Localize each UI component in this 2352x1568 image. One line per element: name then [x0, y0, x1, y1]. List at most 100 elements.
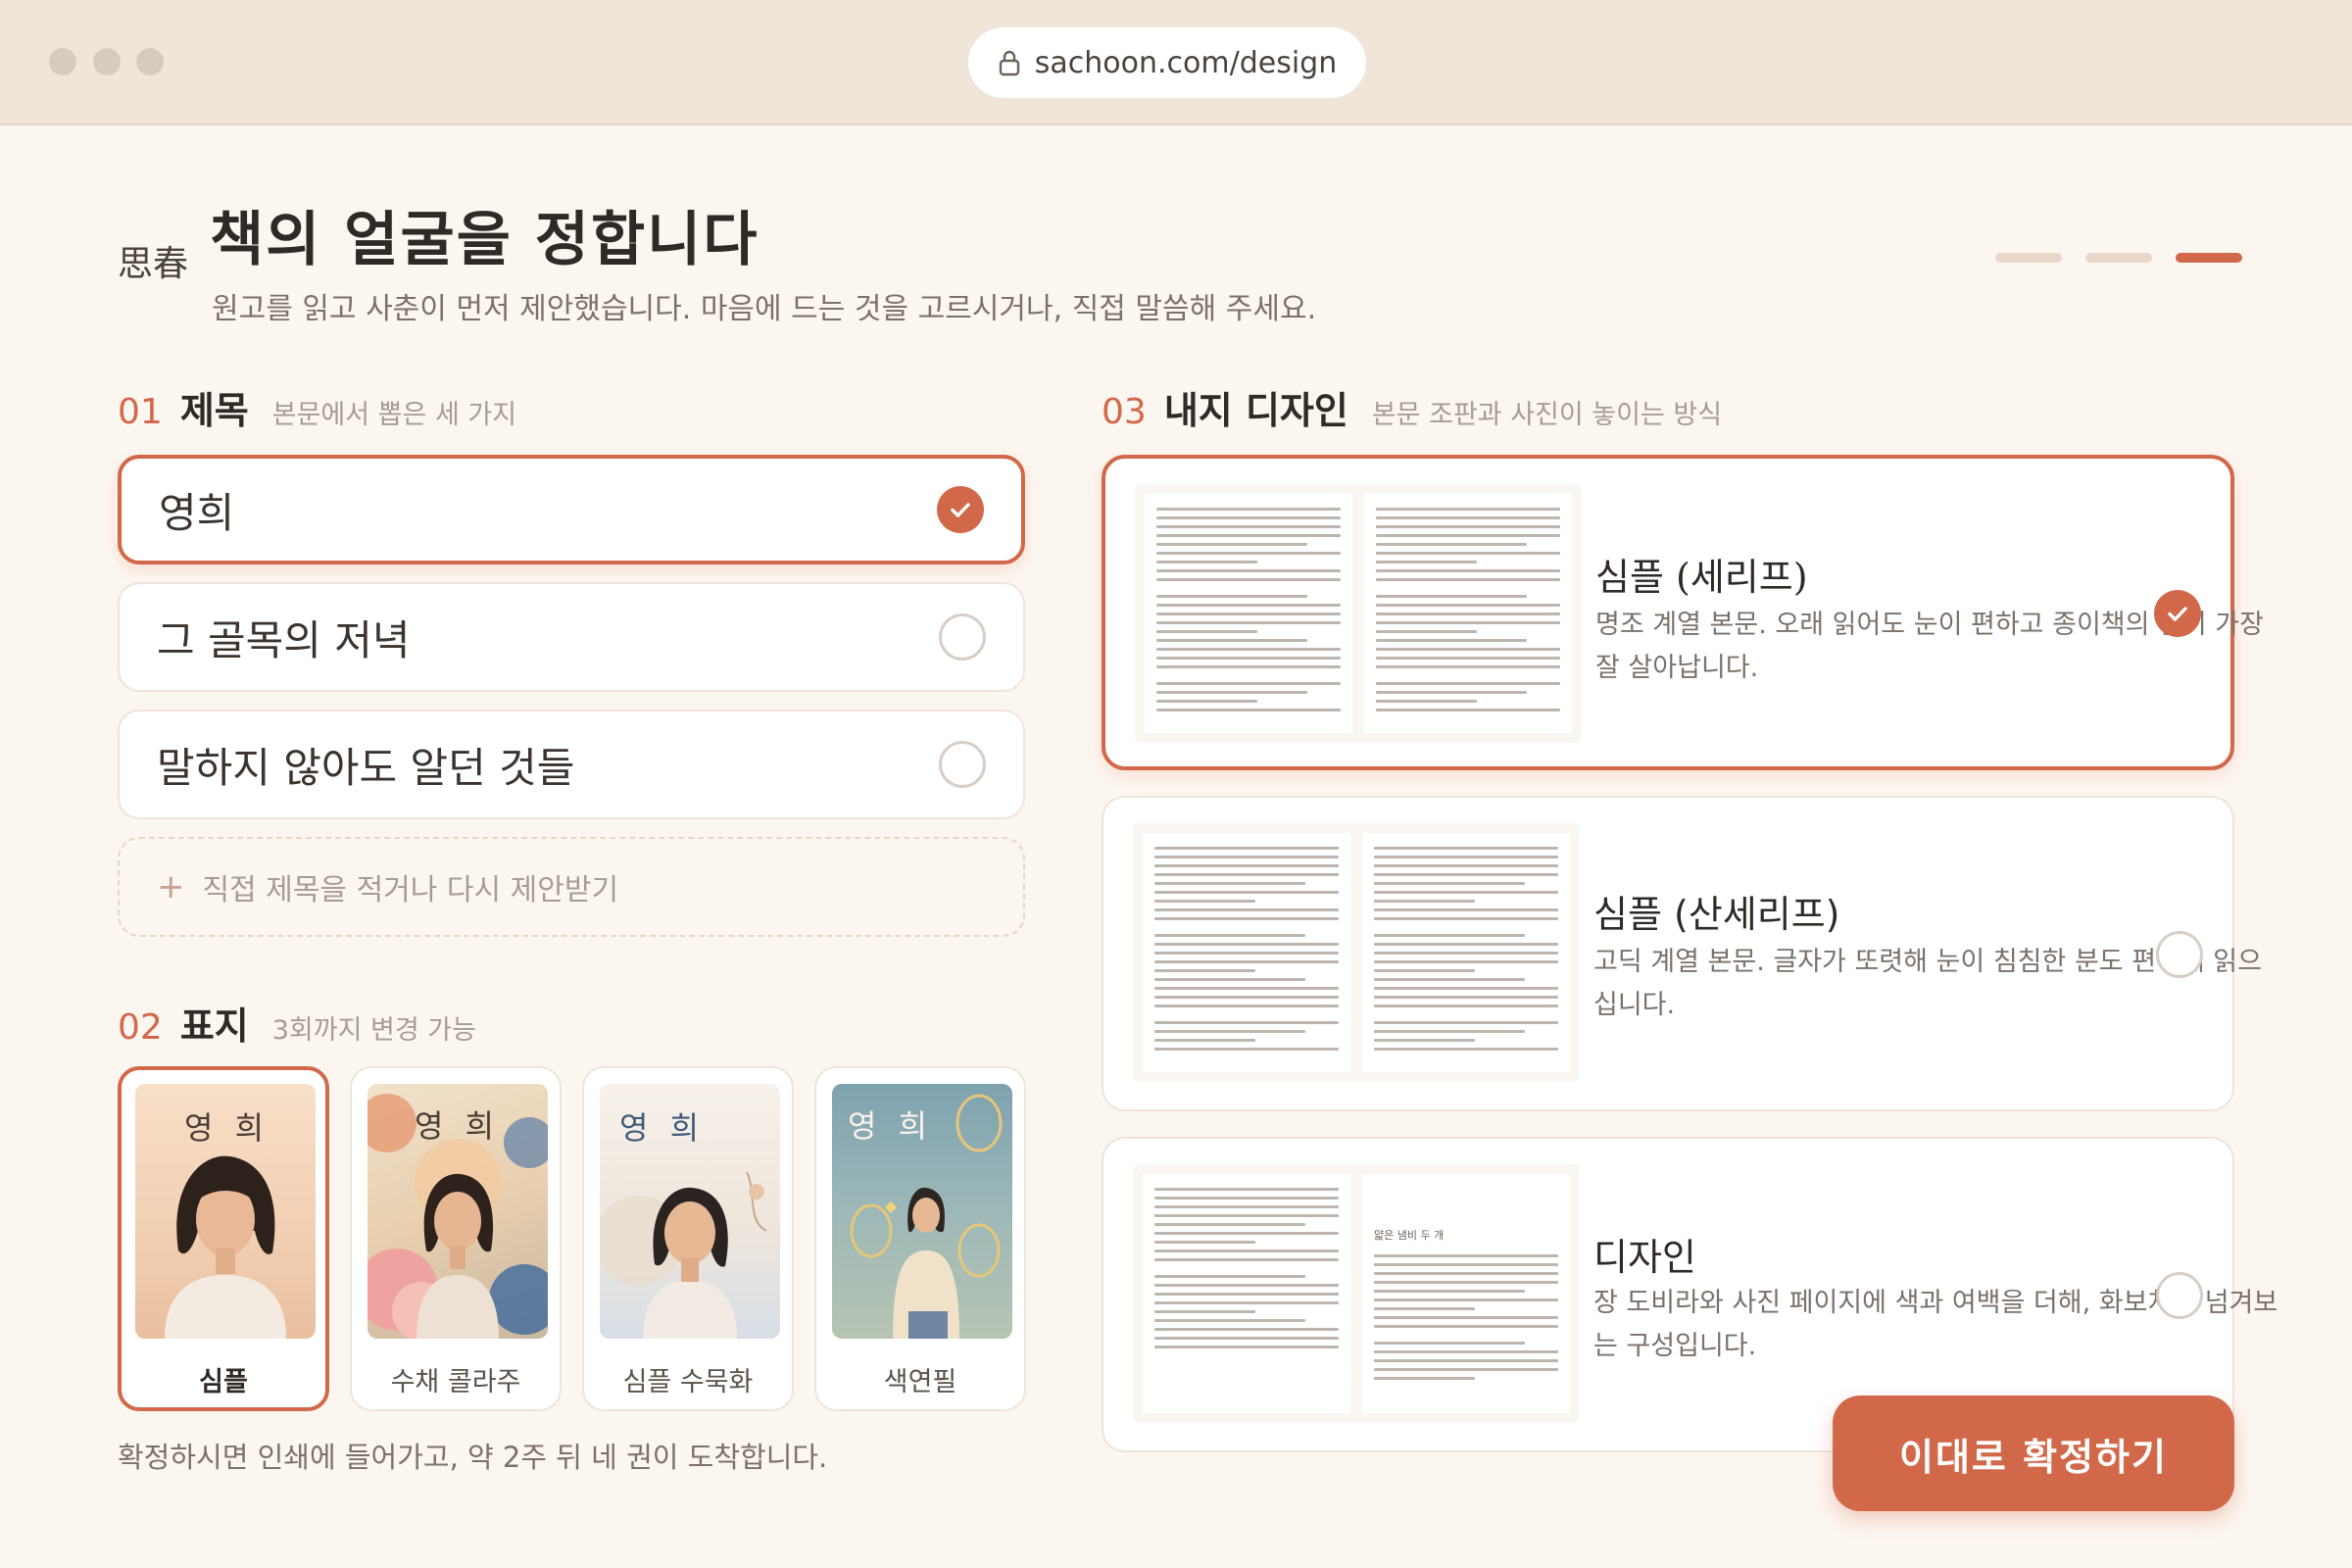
text-line-placeholder	[1374, 1048, 1558, 1051]
text-line-placeholder	[1154, 978, 1306, 981]
text-line-placeholder	[1154, 856, 1339, 858]
text-line-placeholder	[1376, 569, 1560, 572]
text-line-placeholder	[1376, 543, 1528, 546]
text-line-placeholder	[1154, 987, 1339, 990]
text-line-placeholder	[1374, 996, 1558, 999]
page-spread-preview	[1135, 484, 1582, 743]
text-line-placeholder	[1376, 691, 1528, 694]
text-line-placeholder	[1376, 621, 1560, 624]
text-line-placeholder	[1156, 630, 1258, 633]
cover-image: 영 희	[832, 1084, 1012, 1339]
radio-empty-icon	[2156, 931, 2203, 978]
cover-option-watercolor-collage[interactable]: 영 희 수채 콜라주	[350, 1066, 562, 1411]
text-line-placeholder	[1376, 561, 1478, 564]
cover-option-simple[interactable]: 영 희 심플	[118, 1066, 329, 1411]
text-line-placeholder	[1374, 856, 1558, 858]
text-line-placeholder	[1156, 604, 1341, 607]
text-line-placeholder	[1154, 1241, 1256, 1244]
text-line-placeholder	[1154, 1197, 1339, 1200]
section-title: 내지 디자인	[1163, 389, 1348, 432]
layout-option-sans-serif[interactable]: 심플 (산세리프) 고딕 계열 본문. 글자가 또렷해 눈이 침침한 분도 편하…	[1102, 796, 2262, 1111]
text-line-placeholder	[1156, 569, 1341, 572]
right-page-preview	[1362, 833, 1570, 1072]
section-number: 02	[118, 1007, 163, 1048]
check-icon	[2154, 590, 2201, 637]
title-option-1[interactable]: 영희	[118, 455, 1025, 564]
text-line-placeholder	[1374, 1004, 1558, 1007]
cover-image: 영 희	[368, 1084, 548, 1339]
text-line-placeholder	[1376, 595, 1528, 598]
text-line-placeholder	[1156, 691, 1308, 694]
text-line-placeholder	[1156, 639, 1308, 642]
text-line-placeholder	[1154, 934, 1306, 937]
title-option-label: 그 골목의 저녁	[157, 615, 411, 664]
title-option-3[interactable]: 말하지 않아도 알던 것들	[118, 710, 1025, 819]
progress-step-1	[1995, 253, 2062, 263]
section-number: 01	[118, 392, 163, 432]
ink-wash-illustration	[600, 1171, 767, 1339]
text-line-placeholder	[1154, 952, 1339, 955]
progress-steps	[1995, 253, 2242, 263]
cover-option-ink-wash[interactable]: 영 희 심플 수묵화	[582, 1066, 794, 1411]
text-line-placeholder	[1154, 873, 1339, 876]
text-line-placeholder	[1154, 1188, 1339, 1191]
text-line-placeholder	[1374, 882, 1526, 885]
portrait-illustration	[165, 1155, 286, 1339]
cover-title-text: 영 희	[415, 1107, 501, 1145]
text-line-placeholder	[1154, 1328, 1339, 1331]
confirm-button[interactable]: 이대로 확정하기	[1833, 1396, 2234, 1511]
left-page-preview	[1143, 833, 1350, 1072]
text-line-placeholder	[1154, 996, 1339, 999]
text-line-placeholder	[1154, 1258, 1339, 1261]
cover-image: 영 희	[600, 1084, 780, 1339]
text-line-placeholder	[1374, 1298, 1558, 1301]
cover-option-label: 수채 콜라주	[390, 1367, 521, 1397]
text-line-placeholder	[1374, 969, 1476, 972]
browser-chrome: sachoon.com/design	[0, 0, 2352, 125]
text-line-placeholder	[1156, 516, 1341, 519]
layout-option-serif[interactable]: 심플 (세리프) 명조 계열 본문. 오래 읽어도 눈이 편하고 종이책의 결이…	[1102, 455, 2264, 770]
text-line-placeholder	[1376, 700, 1478, 703]
text-line-placeholder	[1374, 1263, 1558, 1266]
radio-empty-icon	[939, 613, 986, 661]
cover-image: 영 희	[135, 1084, 316, 1339]
cover-section-header: 02 표지 3회까지 변경 가능	[118, 996, 476, 1050]
text-line-placeholder	[1154, 1301, 1339, 1304]
section-number: 03	[1102, 392, 1147, 432]
text-line-placeholder	[1156, 552, 1341, 555]
text-line-placeholder	[1376, 612, 1560, 615]
text-line-placeholder	[1374, 1350, 1558, 1353]
text-line-placeholder	[1374, 1359, 1558, 1362]
text-line-placeholder	[1154, 1004, 1339, 1007]
cover-option-colored-pencil[interactable]: 영 희 색연필	[814, 1066, 1026, 1411]
title-option-2[interactable]: 그 골목의 저녁	[118, 582, 1025, 692]
text-line-placeholder	[1154, 1048, 1339, 1051]
text-line-placeholder	[1376, 639, 1528, 642]
text-line-placeholder	[1154, 1310, 1256, 1313]
text-line-placeholder	[1374, 917, 1558, 920]
text-line-placeholder	[1374, 1281, 1558, 1284]
left-page-preview	[1143, 1174, 1350, 1413]
text-line-placeholder	[1156, 665, 1341, 668]
text-line-placeholder	[1156, 525, 1341, 528]
window-minimize-dot[interactable]	[93, 48, 121, 75]
text-line-placeholder	[1374, 847, 1558, 850]
text-line-placeholder	[1374, 1272, 1558, 1275]
text-line-placeholder	[1374, 1030, 1526, 1033]
text-line-placeholder	[1374, 987, 1558, 990]
custom-title-button[interactable]: + 직접 제목을 적거나 다시 제안받기	[118, 837, 1025, 937]
address-bar[interactable]: sachoon.com/design	[968, 27, 1366, 98]
progress-step-3	[2176, 253, 2242, 263]
text-line-placeholder	[1154, 891, 1339, 894]
text-line-placeholder	[1374, 900, 1476, 903]
window-maximize-dot[interactable]	[136, 48, 164, 75]
url-text: sachoon.com/design	[1034, 45, 1338, 80]
text-line-placeholder	[1374, 864, 1558, 867]
text-line-placeholder	[1154, 917, 1339, 920]
window-close-dot[interactable]	[49, 48, 76, 75]
text-line-placeholder	[1154, 943, 1339, 946]
section-title: 표지	[179, 1004, 249, 1048]
text-line-placeholder	[1156, 508, 1341, 511]
right-page-preview	[1364, 494, 1572, 733]
section-description: 3회까지 변경 가능	[271, 1015, 476, 1046]
